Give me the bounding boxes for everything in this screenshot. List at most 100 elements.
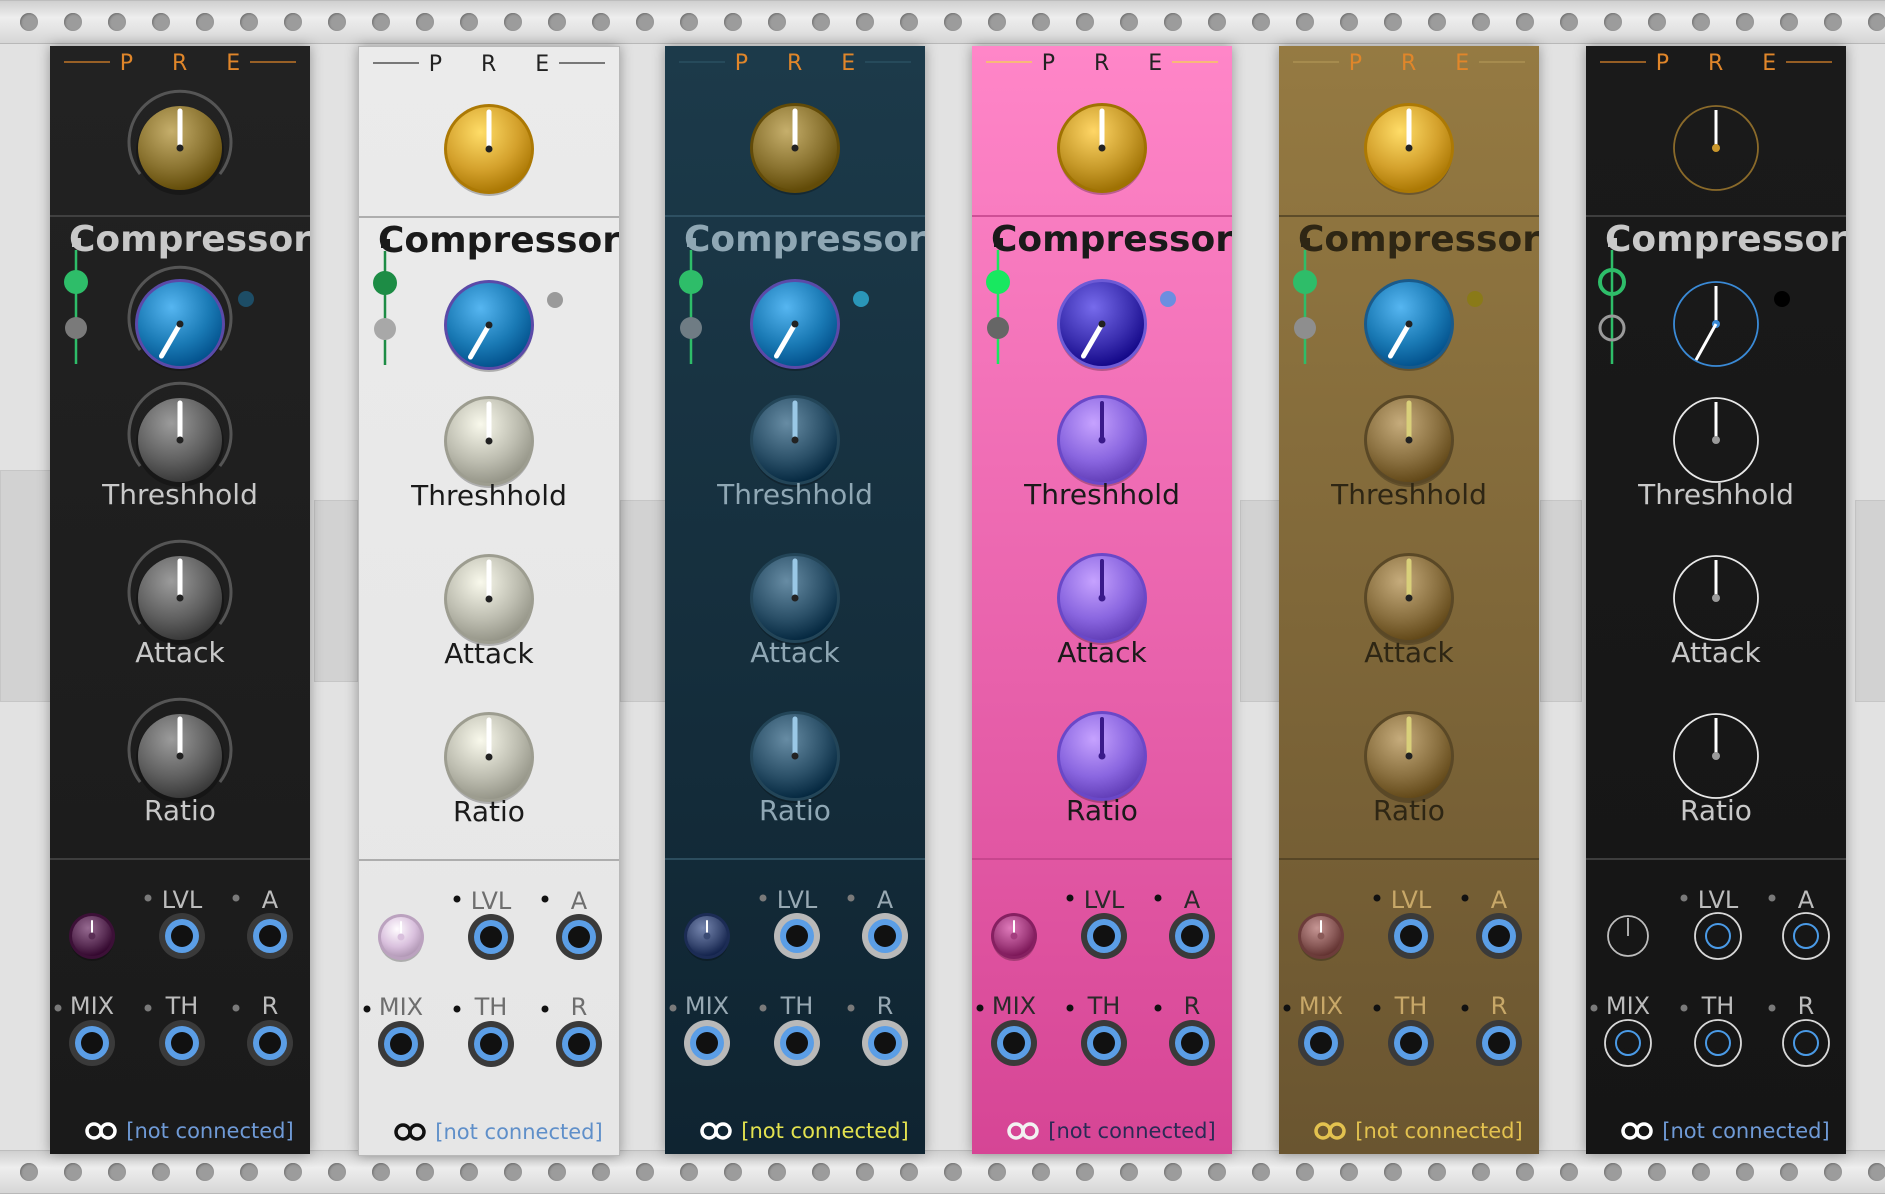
connection-status[interactable]: [not connected] — [1048, 1119, 1215, 1143]
ratio-knob[interactable] — [127, 697, 233, 803]
port-dot — [232, 894, 240, 902]
mix-input-jack[interactable] — [69, 1020, 115, 1066]
infinity-link-icon[interactable] — [1621, 1122, 1653, 1140]
a-input-jack[interactable] — [247, 913, 293, 959]
infinity-link-icon[interactable] — [1314, 1122, 1346, 1140]
mix-knob[interactable] — [1298, 913, 1344, 961]
mix-input-jack[interactable] — [1604, 1019, 1652, 1067]
infinity-link-icon[interactable] — [700, 1122, 732, 1140]
threshold-knob[interactable] — [1364, 395, 1454, 487]
ratio-knob[interactable] — [1673, 713, 1759, 799]
a-input-jack[interactable] — [556, 914, 602, 960]
threshold-knob[interactable] — [444, 396, 534, 488]
threshold-knob[interactable] — [1057, 395, 1147, 487]
compressor-off-switch[interactable] — [680, 317, 702, 339]
attack-knob[interactable] — [750, 553, 840, 645]
mix-input-jack[interactable] — [378, 1021, 424, 1067]
a-input-jack[interactable] — [1782, 912, 1830, 960]
a-input-jack[interactable] — [862, 913, 908, 959]
ratio-knob[interactable] — [1364, 711, 1454, 803]
connection-status[interactable]: [not connected] — [435, 1120, 602, 1144]
mix-knob[interactable] — [991, 913, 1037, 961]
connection-status[interactable]: [not connected] — [1355, 1119, 1522, 1143]
r-input-jack[interactable] — [862, 1020, 908, 1066]
th-input-jack[interactable] — [1081, 1020, 1127, 1066]
lvl-input-jack[interactable] — [468, 914, 514, 960]
knob-center — [1712, 436, 1720, 444]
pre-gain-knob[interactable] — [1057, 103, 1147, 195]
compressor-off-switch[interactable] — [65, 317, 87, 339]
th-input-jack[interactable] — [774, 1020, 820, 1066]
pre-gain-knob[interactable] — [127, 89, 233, 195]
th-input-jack[interactable] — [159, 1020, 205, 1066]
r-input-jack[interactable] — [247, 1020, 293, 1066]
compressor-on-switch[interactable] — [373, 271, 397, 295]
rail-screw-hole — [240, 1163, 258, 1181]
mix-input-jack[interactable] — [684, 1020, 730, 1066]
compressor-amount-knob[interactable] — [1364, 279, 1454, 371]
mix-input-jack[interactable] — [1298, 1020, 1344, 1066]
rail-screw-hole — [504, 13, 522, 31]
connection-status[interactable]: [not connected] — [741, 1119, 908, 1143]
th-input-jack[interactable] — [1694, 1019, 1742, 1067]
attack-knob[interactable] — [1364, 553, 1454, 645]
lvl-input-jack[interactable] — [1081, 913, 1127, 959]
mix-input-jack[interactable] — [991, 1020, 1037, 1066]
lvl-input-jack[interactable] — [1388, 913, 1434, 959]
r-input-jack[interactable] — [556, 1021, 602, 1067]
mix-knob[interactable] — [69, 913, 115, 961]
knob-center — [1010, 932, 1018, 940]
compressor-amount-knob[interactable] — [750, 279, 840, 371]
a-input-jack[interactable] — [1476, 913, 1522, 959]
pre-gain-knob[interactable] — [444, 104, 534, 196]
compressor-on-switch[interactable] — [679, 270, 703, 294]
rail-screw-hole — [1648, 13, 1666, 31]
ratio-knob[interactable] — [1057, 711, 1147, 803]
compressor-amount-knob[interactable] — [444, 280, 534, 372]
compressor-on-switch[interactable] — [64, 270, 88, 294]
lvl-input-jack[interactable] — [774, 913, 820, 959]
th-input-jack[interactable] — [468, 1021, 514, 1067]
pre-gain-knob[interactable] — [1364, 103, 1454, 195]
attack-knob[interactable] — [444, 554, 534, 646]
pre-gain-knob[interactable] — [1673, 105, 1759, 191]
ratio-label: Ratio — [1373, 794, 1445, 827]
knob-center — [1098, 752, 1106, 760]
attack-knob[interactable] — [127, 539, 233, 645]
threshold-knob[interactable] — [1673, 397, 1759, 483]
infinity-link-icon[interactable] — [394, 1123, 426, 1141]
th-input-jack[interactable] — [1388, 1020, 1434, 1066]
mix-knob[interactable] — [378, 914, 424, 962]
lvl-input-jack[interactable] — [159, 913, 205, 959]
compressor-amount-knob[interactable] — [127, 265, 233, 371]
pre-gain-knob[interactable] — [750, 103, 840, 195]
threshold-knob[interactable] — [127, 381, 233, 487]
attack-knob[interactable] — [1673, 555, 1759, 641]
r-input-jack[interactable] — [1476, 1020, 1522, 1066]
lvl-input-jack[interactable] — [1694, 912, 1742, 960]
threshold-label: Threshhold — [1330, 478, 1487, 511]
compressor-on-switch[interactable] — [986, 270, 1010, 294]
ratio-knob[interactable] — [750, 711, 840, 803]
compressor-off-switch[interactable] — [987, 317, 1009, 339]
attack-label: Attack — [444, 637, 534, 670]
compressor-amount-knob[interactable] — [1057, 279, 1147, 371]
infinity-link-icon[interactable] — [85, 1122, 117, 1140]
rail-screw-hole — [1516, 13, 1534, 31]
ratio-knob[interactable] — [444, 712, 534, 804]
rail-screw-hole — [724, 13, 742, 31]
connection-status[interactable]: [not connected] — [126, 1119, 293, 1143]
knob-center — [485, 595, 493, 603]
compressor-off-switch[interactable] — [1294, 317, 1316, 339]
mix-knob[interactable] — [684, 913, 730, 961]
compressor-off-switch[interactable] — [374, 318, 396, 340]
infinity-link-icon[interactable] — [1007, 1122, 1039, 1140]
a-input-jack[interactable] — [1169, 913, 1215, 959]
r-input-jack[interactable] — [1169, 1020, 1215, 1066]
r-input-jack[interactable] — [1782, 1019, 1830, 1067]
compressor-on-switch[interactable] — [1293, 270, 1317, 294]
jack-hole — [1181, 1032, 1203, 1054]
attack-knob[interactable] — [1057, 553, 1147, 645]
threshold-knob[interactable] — [750, 395, 840, 487]
connection-status[interactable]: [not connected] — [1662, 1119, 1829, 1143]
